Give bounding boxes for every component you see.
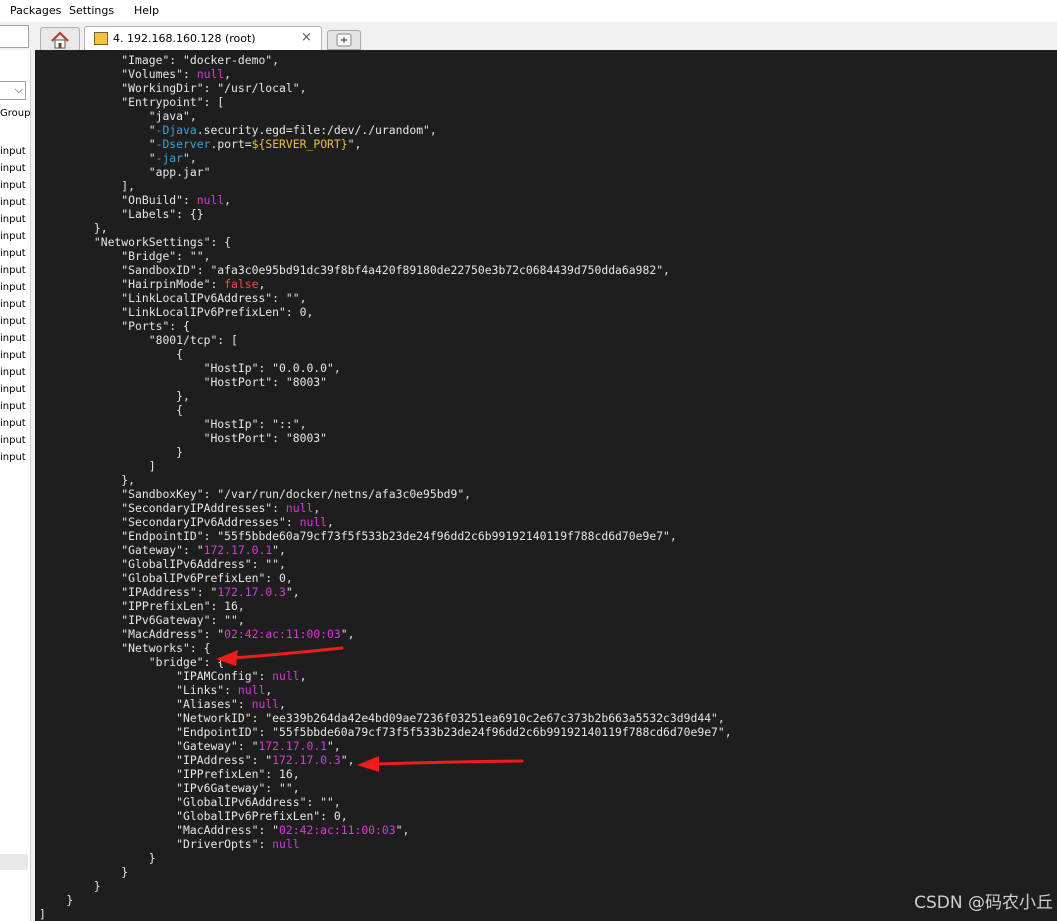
tab-title: 4. 192.168.160.128 (root) [113,32,256,45]
watermark: CSDN @码农小丘 [914,893,1053,913]
group-dropdown[interactable]: ⌵ [0,81,26,100]
side-list-item[interactable]: input [0,333,26,344]
side-list-item[interactable]: input [0,401,26,412]
side-list-item[interactable]: input [0,316,26,327]
group-header: Group [0,108,30,119]
side-list-item[interactable]: input [0,265,26,276]
side-list-item[interactable]: input [0,180,26,191]
annotation-arrow-networks [216,646,344,666]
side-list-item[interactable]: input [0,452,26,463]
quick-connect-field[interactable] [0,25,29,48]
side-list-item[interactable]: input [0,350,26,361]
side-list-item[interactable]: input [0,418,26,429]
chevron-down-icon: ⌵ [14,83,23,96]
terminal-session-icon [94,32,108,45]
new-tab-button[interactable] [327,30,361,50]
side-list-item[interactable]: input [0,299,26,310]
side-list-item[interactable]: input [0,146,26,157]
menu-settings[interactable]: Settings [69,4,114,17]
side-list-item[interactable]: input [0,367,26,378]
menu-bar: Packages Settings Help [0,0,1057,22]
selected-row [0,854,28,870]
side-list-item[interactable]: input [0,214,26,225]
home-icon [51,31,69,49]
close-icon[interactable]: × [301,30,312,45]
side-list-item[interactable]: input [0,163,26,174]
tab-home[interactable] [40,27,80,51]
menu-help[interactable]: Help [134,4,159,17]
annotation-arrow-ipaddress [357,756,524,772]
annotation-layer [216,646,524,772]
side-list-item[interactable]: input [0,231,26,242]
side-list-item[interactable]: input [0,197,26,208]
terminal-output[interactable]: "Image": "docker-demo", "Volumes": null,… [35,50,1057,921]
side-list-item[interactable]: input [0,248,26,259]
side-list-item[interactable]: input [0,282,26,293]
tab-bar: 4. 192.168.160.128 (root) × [0,22,1057,51]
side-list-item[interactable]: input [0,384,26,395]
menu-packages[interactable]: Packages [10,4,61,17]
side-list-item[interactable]: input [0,435,26,446]
new-tab-icon [336,33,352,47]
tab-ssh-session[interactable]: 4. 192.168.160.128 (root) × [84,26,322,51]
side-panel: ⌵ Group input input input input input input in… [0,50,30,921]
